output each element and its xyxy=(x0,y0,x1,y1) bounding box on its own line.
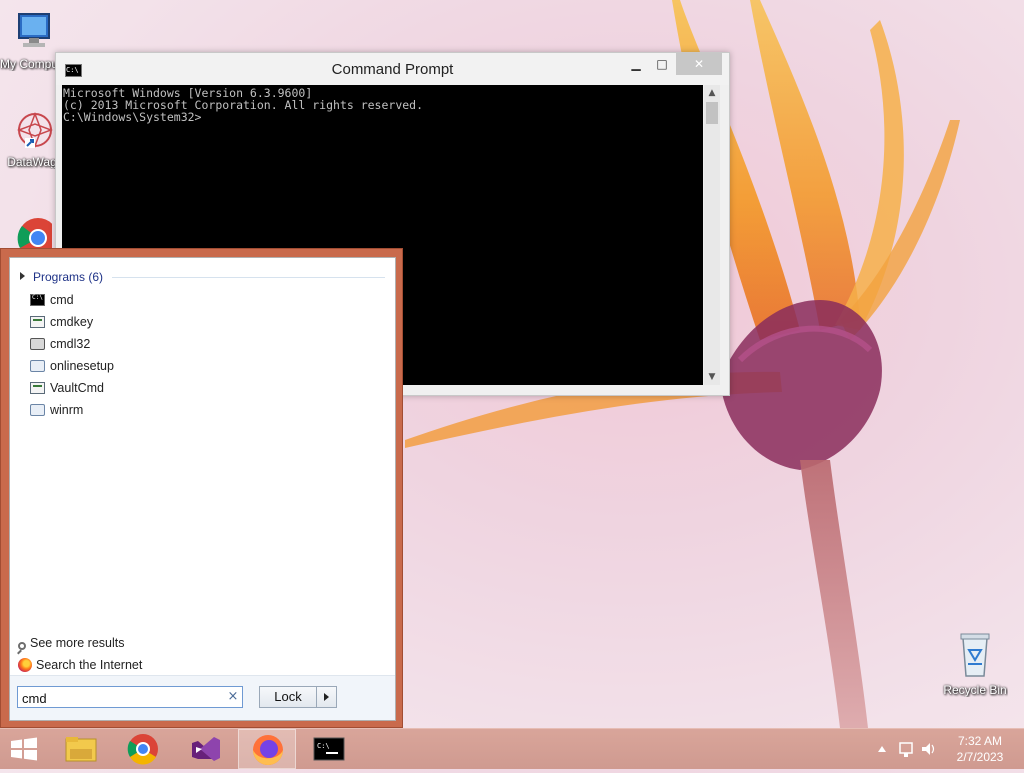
setup-icon xyxy=(30,404,45,416)
result-cmdl32[interactable]: cmdl32 xyxy=(30,333,114,355)
scroll-up-icon[interactable]: ▲ xyxy=(704,85,720,101)
chrome-icon xyxy=(127,734,158,765)
setup-icon xyxy=(30,360,45,372)
result-label: cmdl32 xyxy=(50,337,91,351)
network-icon xyxy=(899,742,913,754)
minimize-button[interactable]: ▁ xyxy=(622,53,650,75)
firefox-icon xyxy=(253,735,283,765)
close-button[interactable]: ✕ xyxy=(676,53,722,75)
chrome-icon xyxy=(17,218,58,258)
result-cmdkey[interactable]: cmdkey xyxy=(30,311,114,333)
desktop-icon-chrome[interactable] xyxy=(10,214,58,258)
console-prompt: C:\Windows\System32> xyxy=(63,110,202,124)
show-hidden-icons-icon xyxy=(878,746,886,752)
search-internet-link[interactable]: Search the Internet xyxy=(18,658,142,672)
app-icon xyxy=(30,382,45,394)
result-onlinesetup[interactable]: onlinesetup xyxy=(30,355,114,377)
folder-icon xyxy=(65,737,97,762)
result-cmd[interactable]: cmd xyxy=(30,289,114,311)
clear-search-icon[interactable]: × xyxy=(226,689,240,705)
desktop-icon-recycle-bin[interactable]: Recycle Bin xyxy=(942,630,1008,697)
search-results-pane: Programs (6) cmd cmdkey cmdl32 onlineset… xyxy=(9,257,396,721)
clock-date: 2/7/2023 xyxy=(956,750,1004,764)
search-input[interactable] xyxy=(17,686,243,708)
start-search-panel: Programs (6) cmd cmdkey cmdl32 onlineset… xyxy=(0,248,403,728)
tray-icons xyxy=(878,742,935,757)
clock-time: 7:32 AM xyxy=(957,734,1003,748)
windows-logo-icon xyxy=(11,737,37,761)
title-bar[interactable]: C:\ Command Prompt ▁ □ ✕ xyxy=(56,53,729,85)
firefox-icon xyxy=(18,658,32,672)
cmd-icon: C:\ xyxy=(313,737,345,761)
taskbar-visual-studio[interactable] xyxy=(176,729,234,769)
search-icon xyxy=(18,642,26,650)
lock-button[interactable]: Lock xyxy=(259,686,317,708)
result-label: cmdkey xyxy=(50,315,94,329)
svg-text:C:\: C:\ xyxy=(317,742,330,750)
scroll-down-icon[interactable]: ▼ xyxy=(704,369,720,385)
datawag-icon xyxy=(16,111,54,149)
see-more-results-link[interactable]: See more results xyxy=(18,636,124,650)
section-divider xyxy=(112,277,385,278)
visual-studio-icon xyxy=(192,737,220,761)
system-tray xyxy=(874,729,940,769)
maximize-button[interactable]: □ xyxy=(648,53,676,75)
power-options-arrow-icon[interactable] xyxy=(317,686,337,708)
result-winrm[interactable]: winrm xyxy=(30,399,114,421)
volume-icon xyxy=(922,743,930,755)
taskbar-file-explorer[interactable] xyxy=(52,729,110,769)
result-label: cmd xyxy=(50,293,74,307)
taskbar-command-prompt[interactable]: C:\ xyxy=(300,729,358,769)
vertical-scrollbar[interactable]: ▲ ▼ xyxy=(704,85,720,385)
see-more-label: See more results xyxy=(30,636,125,650)
taskbar-chrome[interactable] xyxy=(114,729,172,769)
result-vaultcmd[interactable]: VaultCmd xyxy=(30,377,114,399)
search-bar: × Lock xyxy=(10,675,395,720)
results-list: cmd cmdkey cmdl32 onlinesetup VaultCmd w… xyxy=(30,289,114,421)
result-label: winrm xyxy=(50,403,84,417)
cmd-icon xyxy=(30,294,45,306)
system-clock[interactable]: 7:32 AM 2/7/2023 xyxy=(944,733,1016,765)
programs-section-header[interactable]: Programs (6) xyxy=(20,270,385,286)
gear-app-icon xyxy=(30,338,45,350)
result-label: onlinesetup xyxy=(50,359,114,373)
start-button[interactable] xyxy=(0,729,48,769)
app-icon xyxy=(30,316,45,328)
search-internet-label: Search the Internet xyxy=(36,658,143,672)
taskbar: C:\ 7:32 AM 2/7/2023 xyxy=(0,728,1024,769)
scroll-thumb[interactable] xyxy=(706,102,718,124)
taskbar-firefox[interactable] xyxy=(238,729,296,769)
result-label: VaultCmd xyxy=(50,381,104,395)
recycle-bin-icon xyxy=(960,633,990,677)
computer-icon xyxy=(18,13,50,47)
expand-arrow-icon xyxy=(20,272,25,280)
section-label: Programs (6) xyxy=(33,270,104,284)
desktop-icon-label: Recycle Bin xyxy=(943,683,1007,697)
